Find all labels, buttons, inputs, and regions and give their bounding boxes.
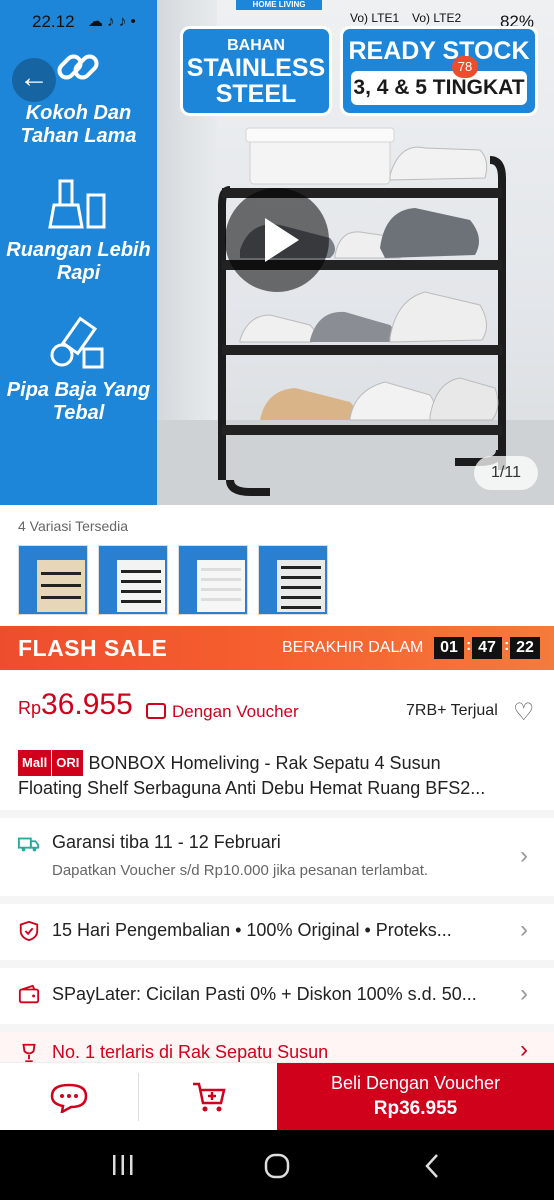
- buy-with-voucher-button[interactable]: Beli Dengan Voucher Rp36.955: [277, 1063, 554, 1131]
- guarantee-text: 15 Hari Pengembalian • 100% Original • P…: [52, 920, 452, 940]
- chevron-right-icon: ›: [520, 980, 528, 1007]
- variation-thumb-3[interactable]: [178, 545, 248, 615]
- shipping-row[interactable]: Garansi tiba 11 - 12 Februari Dapatkan V…: [0, 818, 554, 896]
- feature-2-label: Ruangan Lebih Rapi: [6, 239, 151, 284]
- countdown-hours: 01: [434, 637, 464, 659]
- heart-icon[interactable]: ♡: [513, 698, 535, 727]
- sold-count: 7RB+ Terjual: [406, 702, 498, 719]
- ready-stock-badge: READY STOCK 3, 4 & 5 TINGKAT: [340, 26, 538, 116]
- buy-button-price: Rp36.955: [373, 1098, 458, 1119]
- system-navigation-bar: [0, 1130, 554, 1200]
- chevron-right-icon: ›: [520, 842, 528, 869]
- price: Rp36.955: [18, 688, 133, 722]
- wallet-icon: [18, 984, 40, 1004]
- back-nav-icon[interactable]: [422, 1152, 442, 1180]
- add-to-cart-button[interactable]: [139, 1063, 277, 1131]
- broom-icon: [48, 179, 106, 229]
- variation-thumb-4[interactable]: [258, 545, 328, 615]
- play-video-button[interactable]: [225, 188, 329, 292]
- shipping-subtitle: Dapatkan Voucher s/d Rp10.000 jika pesan…: [52, 862, 429, 879]
- product-title-line2: Floating Shelf Serbaguna Anti Debu Hemat…: [18, 778, 486, 798]
- variation-thumb-2[interactable]: [98, 545, 168, 615]
- ori-badge: ORI: [52, 750, 84, 776]
- notification-icons: ☁ ♪ ♪ •: [88, 13, 136, 30]
- feature-strong-durable: Kokoh Dan Tahan Lama: [0, 38, 157, 148]
- brand-top-label: HOME LIVING: [236, 0, 322, 10]
- voucher-icon: [146, 703, 166, 719]
- truck-icon: [18, 837, 40, 852]
- voucher-label: Dengan Voucher: [172, 702, 299, 721]
- material-badge-line1: BAHAN: [227, 37, 285, 54]
- feature-tidier-room: Ruangan Lebih Rapi: [0, 175, 157, 285]
- add-to-cart-icon: [193, 1082, 226, 1112]
- section-divider: [0, 960, 554, 968]
- feature-thick-steel-pipe: Pipa Baja Yang Tebal: [0, 315, 157, 425]
- ranking-text: No. 1 terlaris di Rak Sepatu Susun: [52, 1042, 329, 1062]
- feature-1-label: Kokoh Dan Tahan Lama: [20, 102, 137, 147]
- chevron-right-icon: ›: [520, 916, 528, 943]
- ready-stock-line1: READY STOCK: [348, 37, 530, 65]
- flash-sale-ends-label: BERAKHIR DALAM: [282, 639, 424, 656]
- section-divider: [0, 810, 554, 818]
- material-badge: BAHAN STAINLESS STEEL: [180, 26, 332, 116]
- section-divider: [0, 1024, 554, 1032]
- shipping-title: Garansi tiba 11 - 12 Februari: [52, 832, 281, 852]
- paylater-text: SPayLater: Cicilan Pasti 0% + Diskon 100…: [52, 984, 477, 1004]
- trophy-icon: [22, 1043, 36, 1062]
- countdown-minutes: 47: [472, 637, 502, 659]
- price-currency: Rp: [18, 698, 42, 718]
- ready-stock-line2: 3, 4 & 5 TINGKAT: [351, 71, 527, 105]
- product-title-line1: BONBOX Homeliving - Rak Sepatu 4 Susun: [88, 753, 441, 773]
- price-value: 36.955: [41, 688, 133, 721]
- network-indicator-1: Vo) LTE1: [350, 11, 400, 25]
- flash-sale-title: FLASH SALE: [18, 635, 168, 661]
- image-page-counter: 1/11: [474, 456, 538, 490]
- network-indicator-2: Vo) LTE2: [412, 11, 462, 25]
- shield-icon: [19, 920, 39, 942]
- cart-count-badge: 78: [452, 56, 478, 78]
- countdown-colon: :: [504, 637, 510, 654]
- variation-thumb-1[interactable]: [18, 545, 88, 615]
- pipe-icon: [50, 316, 104, 369]
- flash-sale-banner[interactable]: FLASH SALE BERAKHIR DALAM 01 : 47 : 22: [0, 626, 554, 670]
- material-badge-line2: STAINLESS STEEL: [186, 54, 326, 108]
- feature-3-label: Pipa Baja Yang Tebal: [6, 379, 151, 424]
- chevron-right-icon: ›: [520, 1036, 528, 1062]
- product-title: Mall ORI BONBOX Homeliving - Rak Sepatu 4…: [18, 750, 544, 800]
- countdown-seconds: 22: [510, 637, 540, 659]
- paylater-row[interactable]: SPayLater: Cicilan Pasti 0% + Diskon 100…: [0, 968, 554, 1024]
- guarantee-row[interactable]: 15 Hari Pengembalian • 100% Original • P…: [0, 904, 554, 960]
- home-icon[interactable]: [263, 1152, 291, 1180]
- ranking-row[interactable]: No. 1 terlaris di Rak Sepatu Susun ›: [0, 1032, 554, 1062]
- mall-badge: Mall: [18, 750, 52, 776]
- shoe-rack-image: [218, 127, 506, 496]
- chat-button[interactable]: [0, 1063, 138, 1131]
- variations-label: 4 Variasi Tersedia: [18, 518, 128, 534]
- link-icon: [57, 54, 99, 80]
- buy-button-label: Beli Dengan Voucher: [330, 1073, 501, 1093]
- section-divider: [0, 896, 554, 904]
- countdown-colon: :: [466, 637, 472, 654]
- bottom-action-bar: Beli Dengan Voucher Rp36.955: [0, 1062, 554, 1131]
- status-time: 22.12: [32, 12, 75, 31]
- product-image-carousel[interactable]: 22.12 ☁ ♪ ♪ • Vo) LTE1 Vo) LTE2 82% HOME…: [0, 0, 554, 505]
- recent-apps-icon[interactable]: [110, 1153, 136, 1177]
- chat-icon: [50, 1083, 88, 1113]
